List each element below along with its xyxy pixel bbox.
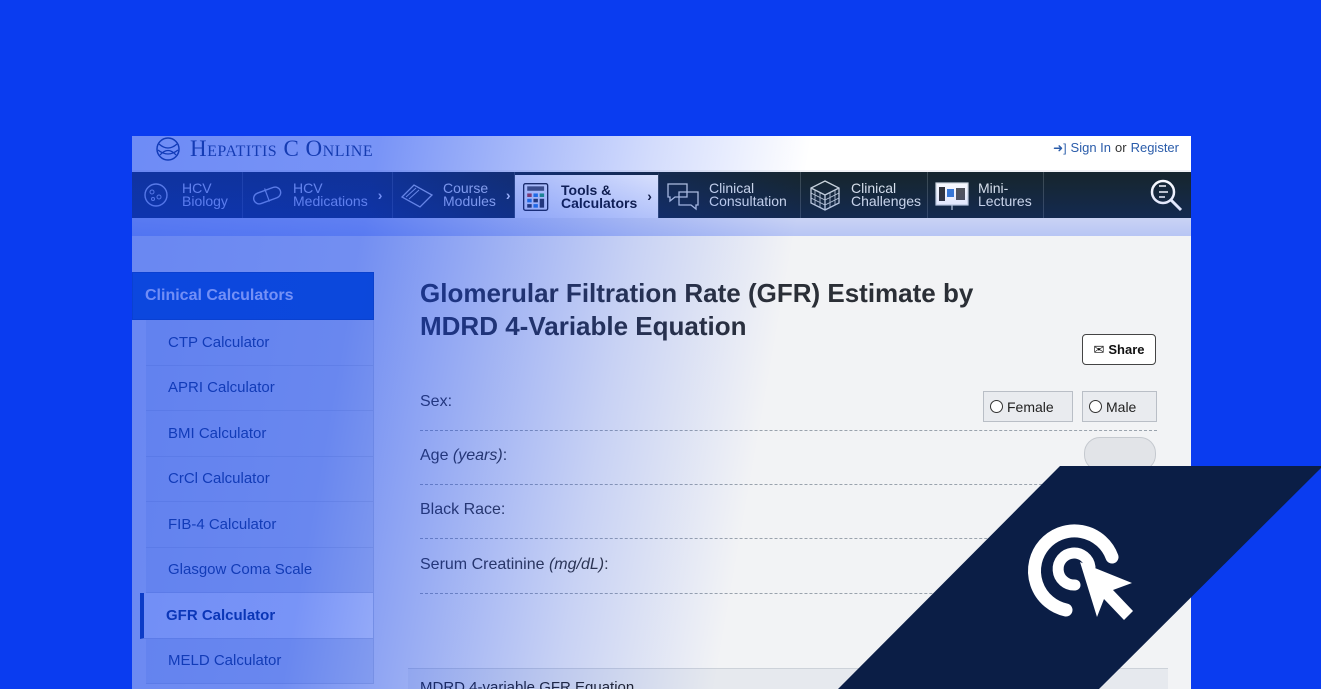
- radio-circle-icon: [990, 400, 1003, 413]
- brand-logo[interactable]: Hepatitis C Online: [154, 136, 373, 162]
- sex-label: Sex:: [420, 393, 453, 410]
- male-radio[interactable]: Male: [1082, 391, 1157, 422]
- envelope-icon: ✉: [1093, 341, 1105, 357]
- sidebar-item-glasgow[interactable]: Glasgow Coma Scale: [146, 547, 374, 593]
- nav-item-hcv-biology[interactable]: HCV Biology: [132, 172, 243, 218]
- radio-circle-icon: [1089, 400, 1102, 413]
- page-title: Glomerular Filtration Rate (GFR) Estimat…: [420, 278, 974, 341]
- age-label-text: Age: [420, 447, 453, 464]
- serum-creatinine-label: Serum Creatinine (mg/dL):: [420, 556, 609, 574]
- sidebar-item-bmi[interactable]: BMI Calculator: [146, 411, 374, 457]
- sidebar-item-fib4[interactable]: FIB-4 Calculator: [146, 502, 374, 548]
- serum-creatinine-row: Serum Creatinine (mg/dL):: [420, 540, 1157, 594]
- female-label: Female: [1007, 398, 1054, 415]
- website-frame: Hepatitis C Online ➜] Sign In or Registe…: [132, 136, 1191, 689]
- share-button[interactable]: ✉ Share: [1082, 334, 1156, 365]
- serum-creatinine-suffix: :: [604, 556, 609, 573]
- sidebar-item-meld[interactable]: MELD Calculator: [146, 638, 374, 684]
- share-label: Share: [1108, 342, 1145, 357]
- age-unit: (years): [452, 447, 503, 464]
- female-radio[interactable]: Female: [983, 391, 1073, 422]
- nav-label-line2: Medications: [293, 193, 368, 209]
- sex-row: Sex: Female Male: [420, 377, 1157, 431]
- sidebar-heading: Clinical Calculators: [132, 272, 374, 320]
- age-input[interactable]: [1084, 437, 1156, 471]
- age-label: Age (years):: [420, 447, 507, 465]
- equation-heading: MDRD 4-variable GFR Equation: [408, 668, 1168, 689]
- sidebar-item-apri[interactable]: APRI Calculator: [146, 365, 374, 411]
- age-row: Age (years):: [420, 431, 1157, 485]
- sidebar-item-ctp[interactable]: CTP Calculator: [146, 320, 374, 366]
- male-label: Male: [1106, 398, 1137, 415]
- nav-item-hcv-medications[interactable]: HCV Medications ›: [243, 172, 393, 218]
- sidebar-item-crcl[interactable]: CrCl Calculator: [146, 456, 374, 502]
- sidebar-item-gfr[interactable]: GFR Calculator: [140, 593, 374, 639]
- virus-icon: [144, 183, 168, 207]
- chevron-right-icon: ›: [377, 186, 383, 203]
- globe-logo-icon: [156, 137, 180, 161]
- calculator-main: Glomerular Filtration Rate (GFR) Estimat…: [408, 136, 1168, 689]
- brand-name: Hepatitis C Online: [190, 136, 374, 161]
- capsule-icon: [252, 186, 282, 205]
- age-suffix: :: [502, 447, 508, 464]
- nav-label-line2: Biology: [182, 193, 228, 209]
- black-race-row: Black Race:: [420, 485, 1157, 539]
- black-race-label: Black Race:: [420, 501, 506, 518]
- calculators-sidebar: Clinical Calculators CTP Calculator APRI…: [132, 272, 374, 684]
- serum-creatinine-label-text: Serum Creatinine: [420, 556, 549, 573]
- serum-creatinine-unit: (mg/dL): [548, 556, 605, 573]
